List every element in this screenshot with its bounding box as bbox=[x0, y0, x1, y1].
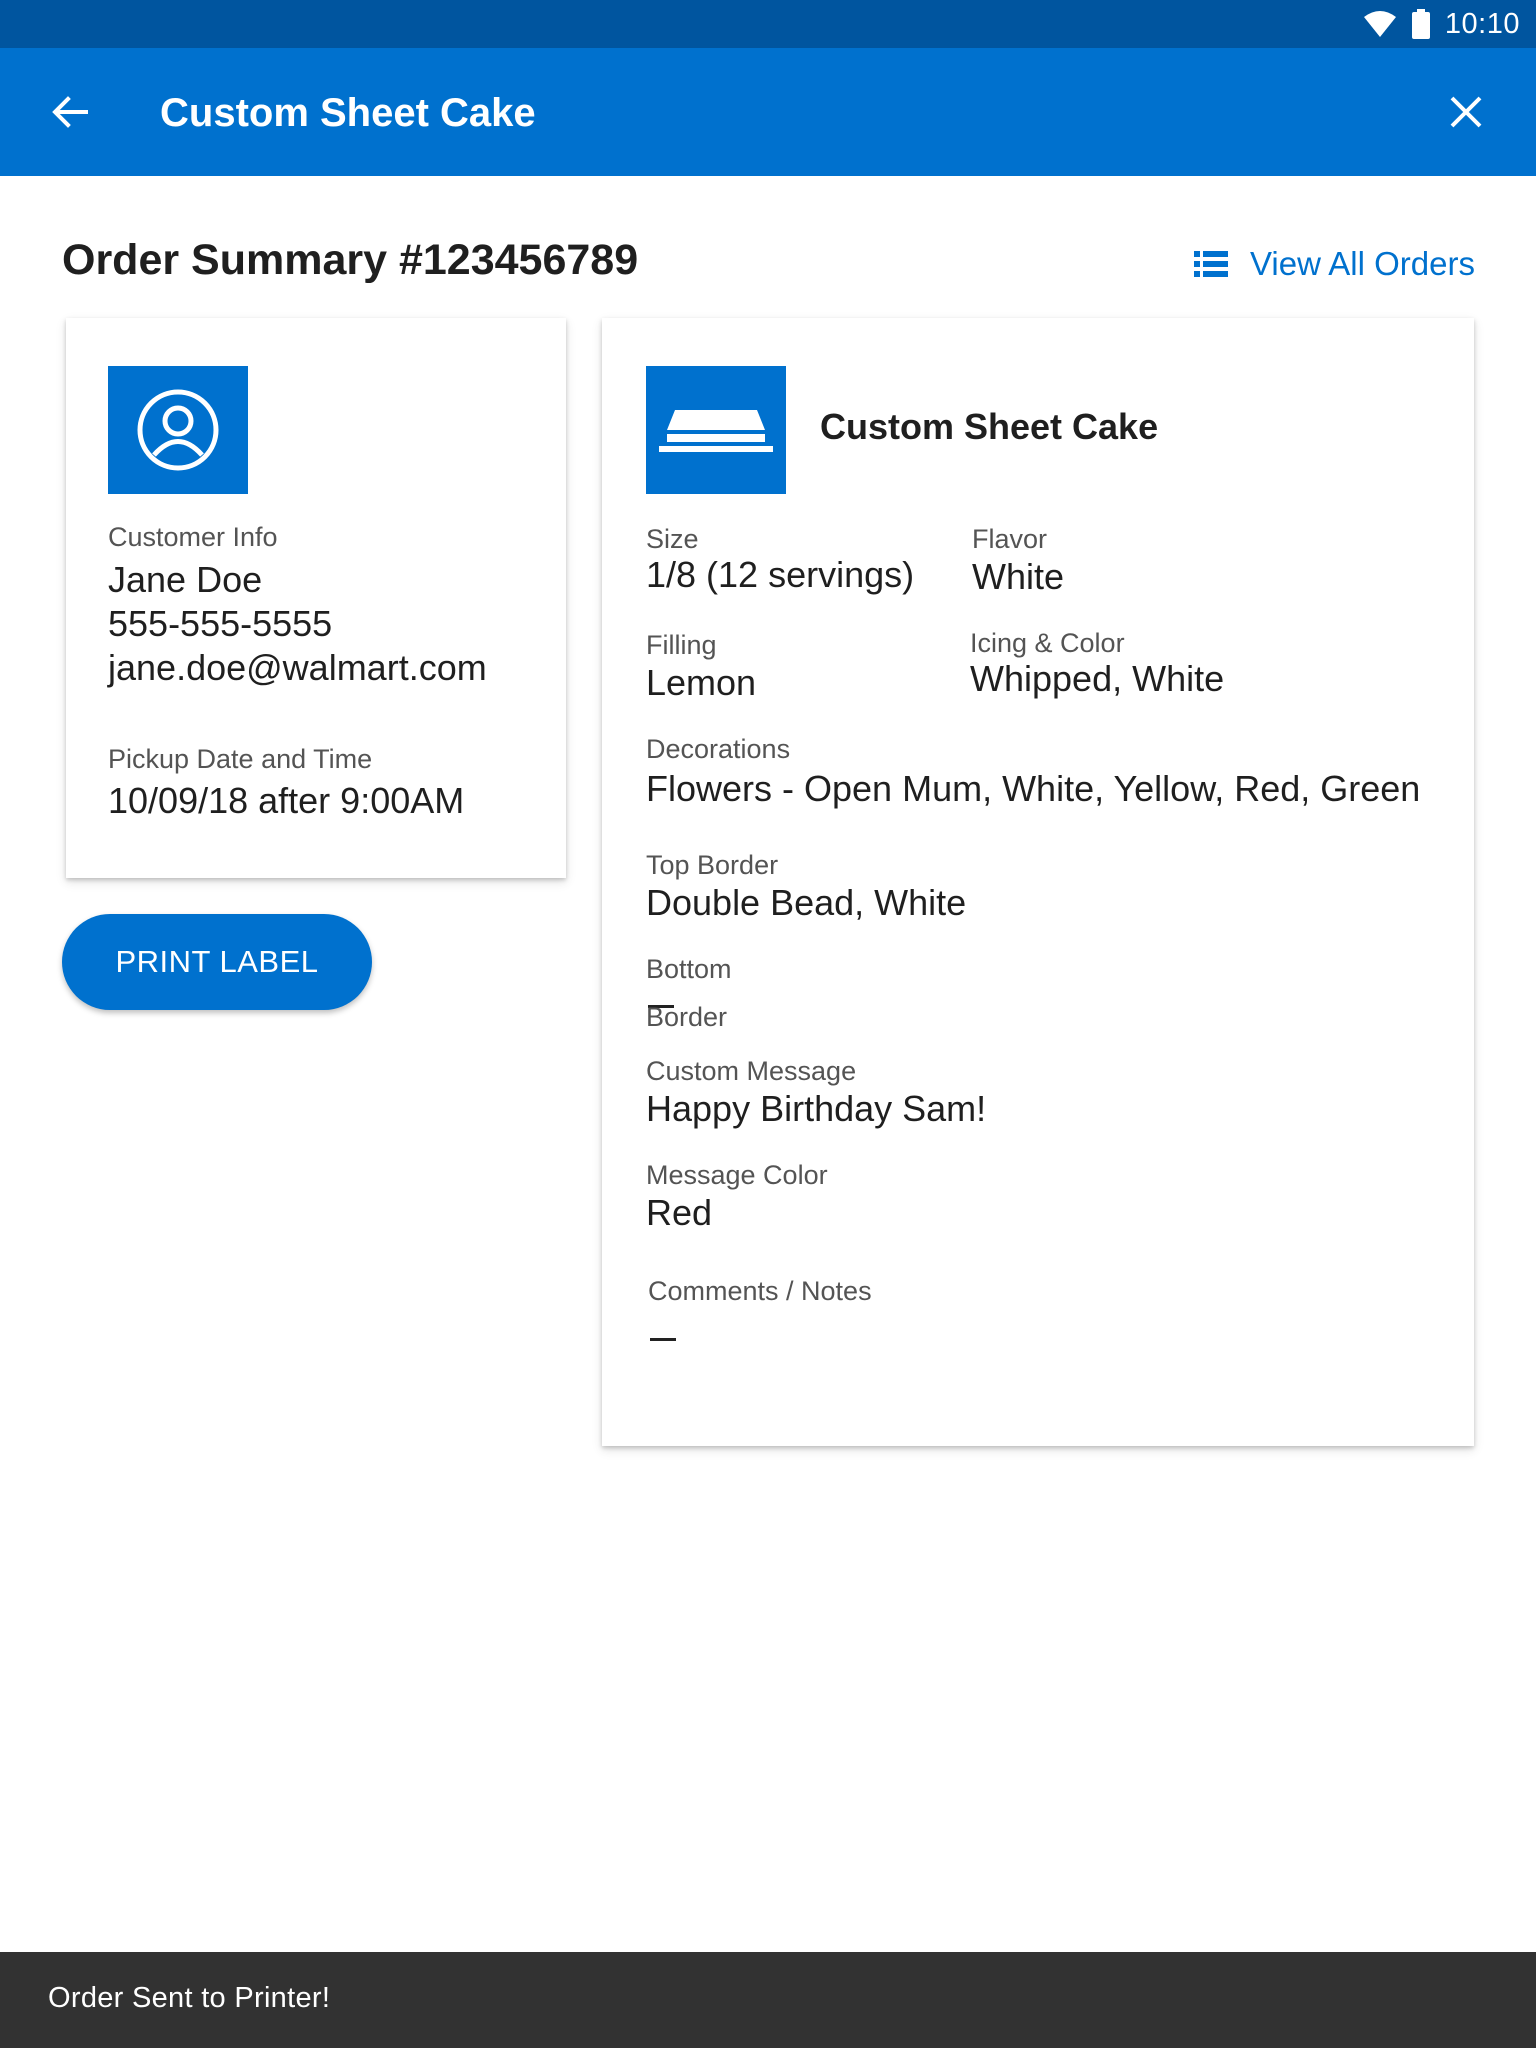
pickup-label: Pickup Date and Time bbox=[108, 744, 373, 774]
pickup-value: 10/09/18 after 9:00AM bbox=[108, 780, 465, 821]
battery-icon bbox=[1411, 9, 1430, 39]
account-circle-icon bbox=[137, 389, 219, 471]
filling-value: Lemon bbox=[646, 662, 757, 703]
order-details-card: Custom Sheet Cake Size 1/8 (12 servings)… bbox=[602, 318, 1474, 1446]
custom-message-value: Happy Birthday Sam! bbox=[646, 1088, 987, 1129]
app-bar-title: Custom Sheet Cake bbox=[160, 91, 536, 135]
list-icon bbox=[1194, 251, 1228, 277]
size-label: Size bbox=[646, 524, 699, 554]
snackbar: Order Sent to Printer! bbox=[0, 1952, 1536, 2048]
view-all-orders-label: View All Orders bbox=[1250, 245, 1475, 282]
customer-details: Jane Doe 555-555-5555 jane.doe@walmart.c… bbox=[108, 558, 487, 690]
decorations-label: Decorations bbox=[646, 734, 791, 764]
icing-value: Whipped, White bbox=[970, 658, 1225, 699]
bottom-border-label-line2: Border bbox=[646, 1002, 728, 1032]
back-button[interactable] bbox=[44, 86, 104, 138]
top-border-label: Top Border bbox=[646, 850, 779, 880]
status-bar: 10:10 bbox=[0, 0, 1536, 48]
comments-empty-dash bbox=[650, 1338, 676, 1341]
customer-icon-tile bbox=[108, 366, 248, 494]
print-label-button[interactable]: PRINT LABEL bbox=[62, 914, 372, 1010]
flavor-label: Flavor bbox=[972, 524, 1048, 554]
cake-icon-tile bbox=[646, 366, 786, 494]
status-icons: 10:10 bbox=[1363, 8, 1520, 40]
top-border-value: Double Bead, White bbox=[646, 882, 967, 923]
message-color-label: Message Color bbox=[646, 1160, 828, 1190]
status-time: 10:10 bbox=[1444, 7, 1520, 40]
comments-label: Comments / Notes bbox=[648, 1276, 872, 1306]
view-all-orders-link[interactable]: View All Orders bbox=[1194, 240, 1475, 288]
custom-message-label: Custom Message bbox=[646, 1056, 857, 1086]
wifi-icon bbox=[1363, 11, 1396, 37]
message-color-value: Red bbox=[646, 1192, 713, 1233]
flavor-value: White bbox=[972, 556, 1065, 597]
snackbar-message: Order Sent to Printer! bbox=[48, 1982, 331, 2014]
customer-name: Jane Doe bbox=[108, 559, 263, 600]
filling-label: Filling bbox=[646, 630, 717, 660]
page-title: Order Summary #123456789 bbox=[62, 236, 639, 284]
app-bar: Custom Sheet Cake bbox=[0, 48, 1536, 176]
customer-info-card: Customer Info Jane Doe 555-555-5555 jane… bbox=[66, 318, 566, 878]
close-icon bbox=[1450, 96, 1482, 128]
sheet-cake-icon bbox=[659, 410, 773, 452]
size-value: 1/8 (12 servings) bbox=[646, 554, 915, 595]
bottom-border-label-line1: Bottom bbox=[646, 954, 732, 984]
decorations-value: Flowers - Open Mum, White, Yellow, Red, … bbox=[646, 768, 1421, 809]
customer-email: jane.doe@walmart.com bbox=[108, 647, 487, 688]
arrow-back-icon bbox=[52, 96, 88, 128]
customer-phone: 555-555-5555 bbox=[108, 603, 333, 644]
icing-label: Icing & Color bbox=[970, 628, 1125, 658]
close-button[interactable] bbox=[1440, 86, 1492, 138]
customer-info-label: Customer Info bbox=[108, 522, 278, 552]
product-title: Custom Sheet Cake bbox=[820, 406, 1159, 447]
